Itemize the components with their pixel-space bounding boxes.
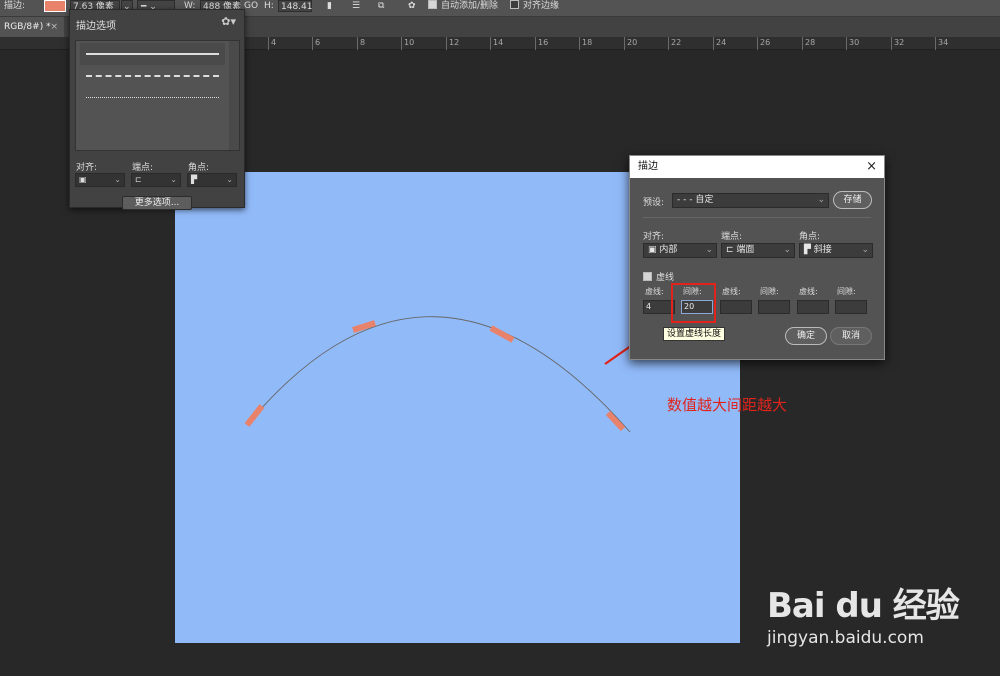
baidu-logo: Bai du 经验 (767, 586, 960, 626)
preset-label: 预设: (643, 198, 665, 208)
tooltip: 设置虚线长度 (663, 327, 726, 341)
preset-value: - - - 自定 (677, 195, 714, 205)
cap-butt-icon: ⊏ (135, 175, 142, 184)
align-inside-icon: ▣ (79, 175, 87, 184)
cap-select[interactable]: ⊏ ⌄ (131, 173, 181, 187)
cap-value: 端面 (736, 245, 755, 255)
dash-segment (605, 410, 626, 432)
cap-label: 端点: (721, 232, 743, 242)
stroke-options-panel: 描边选项 ✿▾ 对齐: 端点: 角点: ▣ ⌄ ⊏ ⌄ ▛ ⌄ 更多选项... (69, 9, 245, 210)
corner-select[interactable]: ▛ 斜接 ⌄ (799, 243, 873, 258)
divider (643, 217, 871, 218)
gap-label: 间隙: (837, 287, 856, 296)
scrollbar[interactable] (229, 41, 239, 150)
cap-butt-icon: ⊏ (726, 245, 737, 255)
corner-label: 角点: (188, 163, 210, 173)
corner-value: 斜接 (813, 245, 832, 255)
gap-field-highlight (671, 283, 716, 323)
ok-button[interactable]: 确定 (785, 327, 827, 345)
dashed-label: 虚线 (656, 273, 675, 283)
dash-label: 虚线: (645, 287, 664, 296)
panel-title: 描边选项 (76, 21, 116, 32)
align-select[interactable]: ▣ ⌄ (75, 173, 125, 187)
dash-2-input[interactable] (720, 300, 752, 314)
dash-3-input[interactable] (797, 300, 829, 314)
dash-segment (489, 325, 515, 343)
corner-select[interactable]: ▛ ⌄ (187, 173, 237, 187)
align-select[interactable]: ▣ 内部 ⌄ (643, 243, 717, 258)
corner-miter-icon: ▛ (804, 245, 814, 255)
dash-label: 虚线: (799, 287, 818, 296)
dialog-titlebar: 描边 × (630, 156, 884, 178)
preset-select[interactable]: - - - 自定 ⌄ (672, 193, 829, 208)
align-value: 内部 (659, 245, 678, 255)
dash-segment (244, 404, 265, 427)
cap-select[interactable]: ⊏ 端面 ⌄ (721, 243, 795, 258)
cap-label: 端点: (132, 163, 154, 173)
arc-path (246, 316, 631, 433)
preset-dotted[interactable] (80, 87, 225, 109)
corner-miter-icon: ▛ (191, 175, 198, 184)
gear-icon[interactable]: ✿▾ (221, 15, 236, 28)
gap-3-input[interactable] (835, 300, 867, 314)
save-button[interactable]: 存储 (833, 191, 872, 209)
preset-dashed[interactable] (80, 65, 225, 87)
align-label: 对齐: (643, 232, 665, 242)
baidu-watermark: Bai du 经验 jingyan.baidu.com (767, 572, 997, 654)
annotation-text: 数值越大间距越大 (667, 396, 788, 414)
stroke-preset-list (75, 40, 240, 151)
cancel-button[interactable]: 取消 (830, 327, 872, 345)
corner-label: 角点: (799, 232, 821, 242)
preset-solid[interactable] (80, 43, 225, 65)
gap-2-input[interactable] (758, 300, 790, 314)
close-icon[interactable]: × (866, 156, 877, 178)
dashed-checkbox[interactable]: 虚线 (643, 270, 674, 283)
align-inside-icon: ▣ (648, 245, 660, 255)
align-label: 对齐: (76, 163, 98, 173)
watermark-url: jingyan.baidu.com (767, 628, 924, 648)
dialog-title: 描边 (638, 161, 658, 172)
dash-label: 虚线: (722, 287, 741, 296)
gap-label: 间隙: (760, 287, 779, 296)
dash-segment (352, 320, 376, 333)
more-options-button[interactable]: 更多选项... (122, 196, 192, 210)
